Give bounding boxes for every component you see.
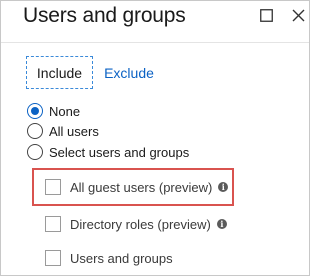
radio-select-users-and-groups[interactable]: Select users and groups bbox=[27, 143, 189, 161]
radio-all-users[interactable]: All users bbox=[27, 122, 99, 140]
close-icon bbox=[292, 9, 304, 21]
info-icon[interactable]: i bbox=[216, 219, 227, 229]
maximize-icon bbox=[259, 8, 273, 22]
users-and-groups-panel: Users and groups Include Exclude None Al… bbox=[0, 0, 310, 276]
checkbox-all-guest-users[interactable]: All guest users (preview) i bbox=[45, 178, 229, 196]
checkbox[interactable] bbox=[45, 250, 61, 266]
tab-include[interactable]: Include bbox=[26, 56, 93, 89]
close-button[interactable] bbox=[289, 6, 307, 24]
info-icon[interactable]: i bbox=[218, 182, 229, 192]
radio-label: All users bbox=[49, 123, 99, 139]
checkbox-label: All guest users (preview) bbox=[70, 179, 213, 195]
radio-none[interactable]: None bbox=[27, 102, 80, 120]
tab-exclude[interactable]: Exclude bbox=[99, 56, 159, 89]
radio-button[interactable] bbox=[27, 123, 43, 139]
maximize-button[interactable] bbox=[257, 6, 275, 24]
checkbox[interactable] bbox=[45, 216, 61, 232]
radio-label: Select users and groups bbox=[49, 144, 190, 160]
checkbox[interactable] bbox=[45, 179, 61, 195]
radio-label: None bbox=[49, 103, 81, 119]
checkbox-label: Directory roles (preview) bbox=[70, 216, 211, 232]
radio-button-selected[interactable] bbox=[27, 103, 43, 119]
checkbox-users-and-groups[interactable]: Users and groups bbox=[45, 249, 173, 267]
header-divider bbox=[1, 42, 309, 43]
checkbox-directory-roles[interactable]: Directory roles (preview) i bbox=[45, 215, 227, 233]
checkbox-label: Users and groups bbox=[70, 250, 173, 266]
panel-title: Users and groups bbox=[23, 4, 186, 27]
radio-button[interactable] bbox=[27, 144, 43, 160]
